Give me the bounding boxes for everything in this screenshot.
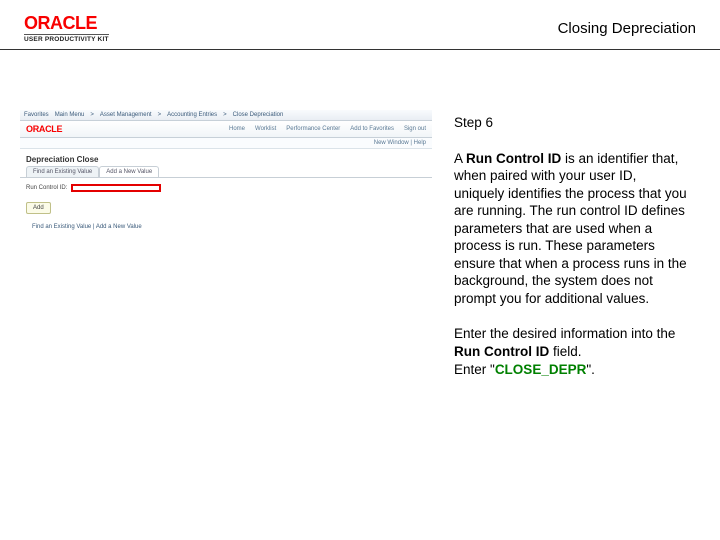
text: A [454,151,466,166]
breadcrumb-item[interactable]: Close Depreciation [233,112,284,118]
breadcrumb-item[interactable]: Favorites [24,112,49,118]
nav-link-worklist[interactable]: Worklist [255,126,276,132]
embedded-app: Favorites Main Menu > Asset Management >… [20,110,432,240]
nav-link-signout[interactable]: Sign out [404,126,426,132]
app-brand-row: ORACLE Home Worklist Performance Center … [20,121,432,138]
run-control-id-term: Run Control ID [466,151,561,166]
footer-links[interactable]: Find an Existing Value | Add a New Value [26,214,426,234]
step-label: Step 6 [454,114,690,132]
breadcrumb-item[interactable]: Main Menu [55,112,85,118]
text: is an identifier that, when paired with … [454,151,687,306]
text: Enter " [454,362,495,377]
run-control-row: Run Control ID: [26,184,426,192]
instruction-paragraph-2: Enter the desired information into the R… [454,325,690,378]
oracle-logo: ORACLE [24,14,109,32]
page-header: ORACLE USER PRODUCTIVITY KIT Closing Dep… [0,0,720,50]
breadcrumb-item[interactable]: Asset Management [100,112,152,118]
run-control-label: Run Control ID: [26,185,67,191]
nav-link-home[interactable]: Home [229,126,245,132]
breadcrumb-bar: Favorites Main Menu > Asset Management >… [20,110,432,121]
form-area: Run Control ID: Add Find an Existing Val… [20,178,432,240]
tab-strip: Find an Existing Value Add a New Value [20,166,432,178]
run-control-id-input[interactable] [71,184,161,192]
instruction-paragraph-1: A Run Control ID is an identifier that, … [454,150,690,308]
text: field. [549,344,581,359]
tab-add-new[interactable]: Add a New Value [99,166,159,177]
mini-oracle-logo: ORACLE [26,124,62,134]
logo-block: ORACLE USER PRODUCTIVITY KIT [24,14,109,43]
add-button[interactable]: Add [26,202,51,214]
nav-link-perf[interactable]: Performance Center [286,126,340,132]
upk-tagline: USER PRODUCTIVITY KIT [24,34,109,43]
content-area: Favorites Main Menu > Asset Management >… [0,50,720,396]
nav-link-fav[interactable]: Add to Favorites [350,126,394,132]
app-subheader[interactable]: New Window | Help [20,138,432,149]
entry-value: CLOSE_DEPR [495,362,587,377]
page-title: Closing Depreciation [558,14,696,37]
instruction-column: Step 6 A Run Control ID is an identifier… [440,50,720,396]
app-page-title: Depreciation Close [20,149,432,166]
breadcrumb-item[interactable]: Accounting Entries [167,112,217,118]
screenshot-column: Favorites Main Menu > Asset Management >… [0,50,440,396]
tab-find-existing[interactable]: Find an Existing Value [26,166,99,177]
text: Enter the desired information into the [454,326,675,341]
run-control-id-field: Run Control ID [454,344,549,359]
text: ". [586,362,595,377]
